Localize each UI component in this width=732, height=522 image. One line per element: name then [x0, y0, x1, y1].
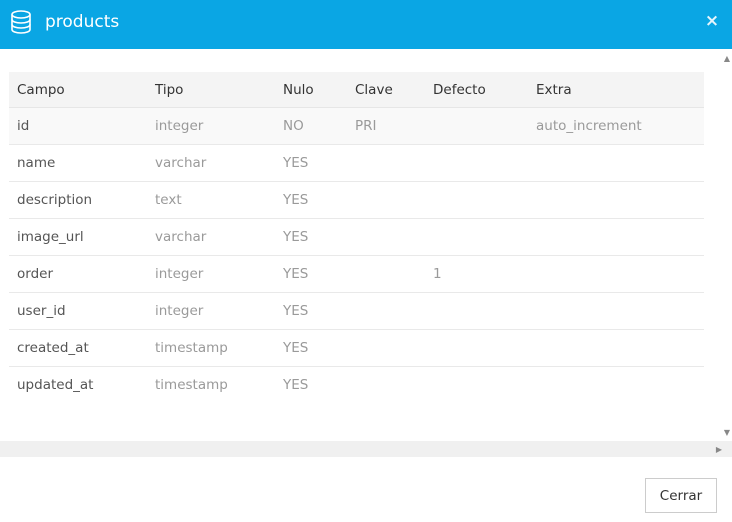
cell-field: updated_at [17, 377, 94, 393]
cell-extra [528, 218, 704, 256]
cell-key: PRI [347, 107, 425, 145]
cell-field: image_url [9, 218, 147, 256]
cell-field: created_at [9, 329, 147, 367]
cell-extra [528, 181, 704, 219]
column-header-extra: Extra [528, 72, 704, 108]
cell-key [347, 292, 425, 330]
cell-extra: auto_increment [528, 107, 704, 145]
cell-null: YES [283, 377, 309, 393]
vertical-scrollbar[interactable]: ▲ ▼ [722, 49, 732, 439]
cell-default [425, 107, 528, 145]
cell-null: YES [275, 181, 347, 219]
cell-type: text [147, 181, 275, 219]
cell-null: YES [275, 255, 347, 293]
cell-extra [528, 255, 704, 293]
table-row: created_at timestamp YES [9, 329, 704, 367]
cell-default: 1 [425, 255, 528, 293]
column-header-null: Nulo [275, 72, 347, 108]
column-header-field: Campo [9, 72, 147, 108]
cell-null: YES [275, 218, 347, 256]
horizontal-scrollbar[interactable]: ▶ [0, 441, 732, 457]
cell-key [347, 367, 425, 404]
modal-body: Campo Tipo Nulo Clave Defecto Extra id i… [0, 49, 732, 457]
cell-type: integer [147, 255, 275, 293]
cell-type: varchar [147, 218, 275, 256]
cell-null: YES [275, 292, 347, 330]
close-icon[interactable]: × [704, 12, 720, 30]
cell-default [425, 329, 528, 367]
modal-dialog: products × Campo Tipo Nulo Clave Defecto… [0, 0, 732, 522]
cell-null: NO [275, 107, 347, 145]
cell-field: order [9, 255, 147, 293]
table-container: Campo Tipo Nulo Clave Defecto Extra id i… [9, 72, 704, 403]
table-row: name varchar YES [9, 144, 704, 182]
cell-default [425, 367, 528, 404]
cell-extra [528, 144, 704, 182]
cell-null: YES [275, 329, 347, 367]
cell-extra [528, 329, 704, 367]
cell-key [347, 144, 425, 182]
column-header-key: Clave [347, 72, 425, 108]
cell-field: user_id [9, 292, 147, 330]
scroll-down-icon[interactable]: ▼ [722, 429, 732, 437]
table-header-row: Campo Tipo Nulo Clave Defecto Extra [9, 72, 704, 108]
modal-title: products [45, 12, 120, 32]
cell-type: varchar [147, 144, 275, 182]
column-header-type: Tipo [147, 72, 275, 108]
column-header-default: Defecto [425, 72, 528, 108]
table-row: user_id integer YES [9, 292, 704, 330]
database-icon [11, 10, 31, 34]
scroll-up-icon[interactable]: ▲ [722, 55, 732, 63]
close-button[interactable]: Cerrar [645, 478, 717, 513]
cell-key [347, 218, 425, 256]
modal-header: products × [0, 0, 732, 49]
cell-type: timestamp [147, 329, 275, 367]
table-row: id integer NO PRI auto_increment [9, 107, 704, 145]
modal-footer: Cerrar [0, 457, 732, 522]
scroll-right-icon[interactable]: ▶ [716, 445, 722, 454]
cell-null: YES [275, 144, 347, 182]
cell-key [347, 181, 425, 219]
cell-type: integer [147, 107, 275, 145]
cell-default [425, 144, 528, 182]
table-row: description text YES [9, 181, 704, 219]
cell-default [425, 218, 528, 256]
cell-default [425, 292, 528, 330]
cell-field: id [9, 107, 147, 145]
cell-field: description [9, 181, 147, 219]
cell-key [347, 329, 425, 367]
table-row: image_url varchar YES [9, 218, 704, 256]
table-row: updated_at timestamp YES [9, 367, 704, 404]
cell-type: timestamp [155, 377, 228, 393]
cell-field: name [9, 144, 147, 182]
cell-extra [528, 367, 704, 404]
cell-extra [528, 292, 704, 330]
columns-table: Campo Tipo Nulo Clave Defecto Extra id i… [9, 72, 704, 403]
cell-type: integer [147, 292, 275, 330]
table-row: order integer YES 1 [9, 255, 704, 293]
cell-key [347, 255, 425, 293]
cell-default [425, 181, 528, 219]
